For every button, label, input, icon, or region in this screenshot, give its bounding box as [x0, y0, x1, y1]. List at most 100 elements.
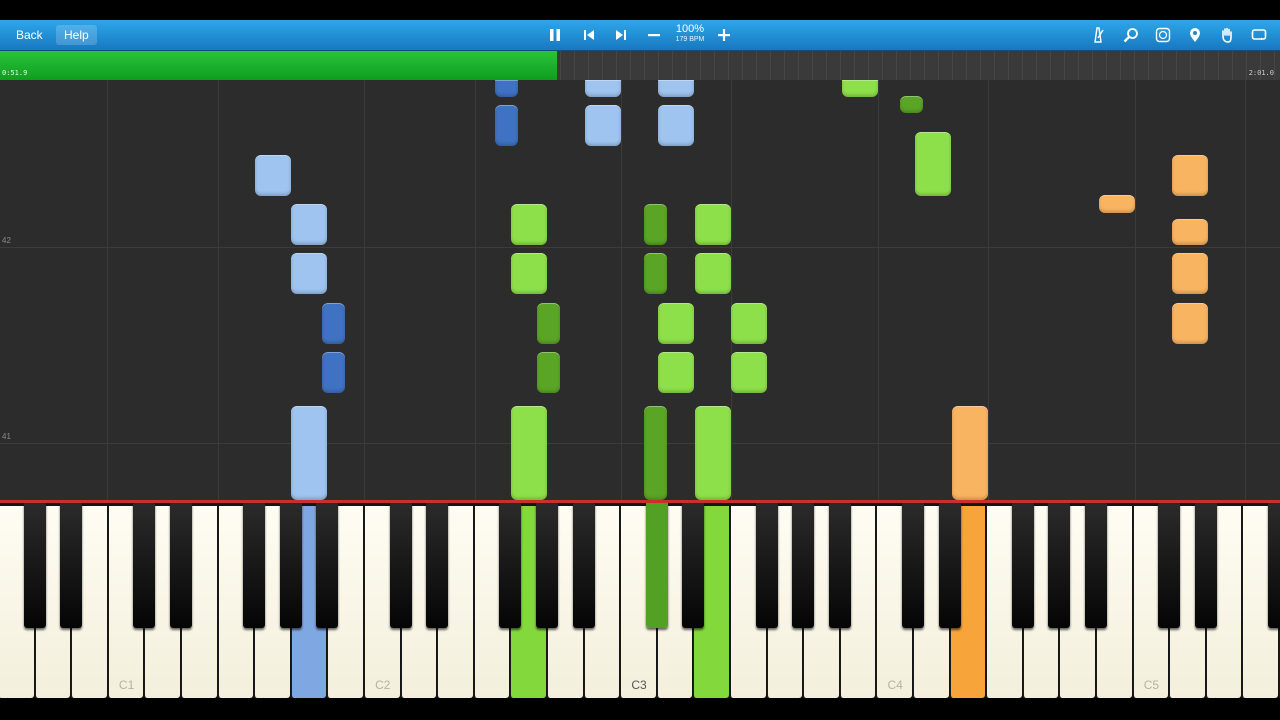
note-block — [658, 303, 694, 344]
octave-label: C1 — [118, 678, 135, 692]
note-block — [511, 406, 547, 500]
note-block — [511, 204, 547, 245]
black-key[interactable] — [938, 503, 961, 628]
pause-icon[interactable] — [544, 25, 566, 45]
zoom-readout: 100% 179 BPM — [670, 23, 710, 45]
black-key[interactable] — [572, 503, 595, 628]
bottom-letterbox — [0, 698, 1280, 720]
octave-line — [107, 80, 108, 500]
black-key[interactable] — [536, 503, 558, 628]
note-block — [842, 80, 878, 97]
help-button[interactable]: Help — [56, 25, 97, 45]
black-key[interactable] — [316, 503, 339, 628]
black-key[interactable] — [1048, 503, 1071, 628]
tempo-value: 179 BPM — [675, 36, 705, 43]
note-block — [291, 253, 327, 294]
note-block — [585, 105, 621, 146]
note-block — [1172, 253, 1208, 294]
hand-icon[interactable] — [1216, 25, 1238, 45]
timeline-scrubber[interactable]: 0:51.9 2:01.0 — [0, 51, 1280, 80]
note-block — [322, 303, 345, 344]
note-block — [658, 105, 694, 146]
top-letterbox — [0, 0, 1280, 20]
back-button[interactable]: Back — [8, 25, 51, 45]
measure-number: 41 — [2, 432, 11, 441]
black-key[interactable] — [792, 503, 815, 628]
black-key[interactable] — [682, 503, 705, 628]
note-block — [695, 406, 731, 500]
note-block — [731, 352, 767, 393]
black-key[interactable] — [389, 503, 412, 628]
octave-line — [731, 80, 732, 500]
black-key[interactable] — [170, 503, 192, 628]
note-block — [1172, 155, 1208, 196]
note-block — [658, 352, 694, 393]
black-key[interactable] — [499, 503, 522, 628]
note-block — [255, 155, 291, 196]
note-block — [952, 406, 988, 500]
measure-number: 42 — [2, 236, 11, 245]
note-block — [585, 80, 621, 97]
note-block — [537, 352, 560, 393]
note-block — [1172, 303, 1208, 344]
skip-back-icon[interactable] — [578, 25, 600, 45]
black-key[interactable] — [1011, 503, 1034, 628]
octave-line — [1135, 80, 1136, 500]
black-key[interactable] — [23, 503, 46, 628]
metronome-icon[interactable] — [1087, 25, 1109, 45]
zoom-value: 100% — [675, 23, 705, 35]
black-key[interactable] — [1268, 503, 1280, 628]
black-key[interactable] — [1158, 503, 1181, 628]
zoom-in-icon[interactable] — [713, 25, 735, 45]
current-time: 0:51.9 — [2, 69, 28, 77]
note-block — [644, 204, 667, 245]
octave-line — [1245, 80, 1246, 500]
note-block — [731, 303, 767, 344]
toolbar: Back Help 100% 179 BPM — [0, 20, 1280, 51]
black-key[interactable] — [133, 503, 156, 628]
black-key-pressed[interactable] — [645, 503, 668, 628]
octave-line — [988, 80, 989, 500]
black-key[interactable] — [755, 503, 778, 628]
note-block — [644, 253, 667, 294]
piano-keyboard: C1 C2 C3 C4 C5 — [0, 503, 1280, 698]
black-key[interactable] — [828, 503, 851, 628]
note-block — [511, 253, 547, 294]
note-block — [1099, 195, 1135, 213]
black-key[interactable] — [426, 503, 449, 628]
black-key[interactable] — [243, 503, 266, 628]
note-block — [495, 105, 518, 146]
pin-icon[interactable] — [1184, 25, 1206, 45]
note-block — [695, 204, 731, 245]
note-block — [291, 204, 327, 245]
black-key[interactable] — [902, 503, 924, 628]
note-block — [495, 80, 518, 97]
octave-label: C2 — [375, 678, 391, 692]
octave-label: C5 — [1143, 678, 1160, 692]
falling-notes-area: 42 41 — [0, 80, 1280, 500]
playback-progress — [0, 51, 557, 80]
zoom-out-icon[interactable] — [643, 25, 665, 45]
octave-label: C4 — [887, 678, 903, 692]
measure-line — [0, 247, 1280, 248]
black-key[interactable] — [1085, 503, 1107, 628]
black-key[interactable] — [60, 503, 83, 628]
note-block — [322, 352, 345, 393]
octave-line — [218, 80, 219, 500]
black-key[interactable] — [279, 503, 302, 628]
note-block — [644, 406, 667, 500]
black-key[interactable] — [1194, 503, 1217, 628]
note-labels-icon[interactable] — [1152, 25, 1174, 45]
note-block — [537, 303, 560, 344]
loop-icon[interactable] — [1248, 25, 1270, 45]
note-block — [291, 406, 327, 500]
octave-line — [364, 80, 365, 500]
skip-forward-icon[interactable] — [610, 25, 632, 45]
note-block — [658, 80, 694, 97]
search-icon[interactable] — [1120, 25, 1142, 45]
octave-line — [621, 80, 622, 500]
note-block — [915, 132, 951, 196]
note-block — [900, 96, 923, 113]
octave-line — [475, 80, 476, 500]
octave-label: C3 — [631, 678, 647, 692]
